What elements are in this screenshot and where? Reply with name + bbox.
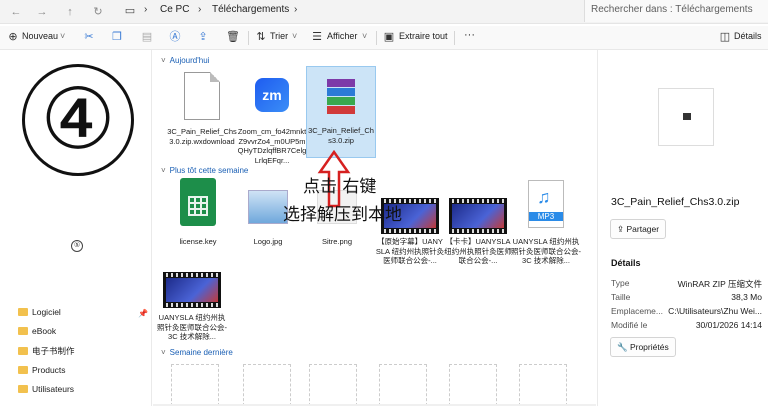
group-header-today[interactable]: ˅ Aujourd'hui — [161, 56, 209, 65]
view-icon: ☰ — [312, 31, 322, 43]
chevron-down-icon: ˅ — [362, 31, 368, 41]
divider — [376, 31, 377, 45]
sketch-thumbnail[interactable] — [243, 364, 291, 406]
sort-button[interactable]: Trier — [270, 31, 288, 41]
video-icon — [163, 272, 221, 308]
breadcrumb-downloads[interactable]: Téléchargements — [212, 4, 289, 15]
navigation-pane: ④ ⑤ 📌 Logiciel eBook 电子书制作 Products Util… — [0, 50, 152, 406]
detail-key: Modifié le — [611, 320, 648, 330]
sketch-thumbnail[interactable] — [171, 364, 219, 406]
search-input[interactable]: Rechercher dans : Téléchargements — [584, 0, 768, 22]
image-icon — [248, 190, 288, 224]
command-bar: ⊕ Nouveau ˅ ✂ ❐ ▤ Ⓐ ⇪ 🗑 ⇅ Trier ˅ ☰ Affi… — [0, 26, 768, 50]
details-button[interactable]: Détails — [734, 31, 762, 41]
document-icon — [184, 72, 220, 120]
new-icon: ⊕ — [8, 31, 18, 43]
chevron-right-icon: › — [294, 4, 298, 15]
search-placeholder: Rechercher dans : Téléchargements — [591, 4, 753, 15]
divider — [248, 31, 249, 45]
back-icon[interactable]: ← — [8, 4, 24, 20]
folder-icon — [18, 366, 28, 374]
delete-icon[interactable]: 🗑 — [226, 30, 240, 44]
up-icon[interactable]: ↑ — [62, 4, 78, 20]
chevron-right-icon: › — [144, 4, 148, 15]
sketch-thumbnail[interactable] — [379, 364, 427, 406]
extract-all-button[interactable]: Extraire tout — [399, 31, 448, 41]
detail-key: Emplaceme... — [611, 306, 663, 316]
folder-icon — [18, 385, 28, 393]
file-item-selected[interactable]: 3C_Pain_Relief_Chs3.0.zip — [306, 66, 376, 158]
video-icon — [449, 198, 507, 234]
breadcrumb-ce-pc[interactable]: Ce PC — [160, 4, 189, 15]
sketch-thumbnail[interactable] — [449, 364, 497, 406]
share-button[interactable]: ⇪ Partager — [610, 219, 667, 239]
wrench-icon: 🔧 — [617, 342, 630, 352]
paste-icon[interactable]: ▤ — [140, 30, 154, 44]
details-filename: 3C_Pain_Relief_Chs3.0.zip — [611, 196, 740, 208]
detail-value: C:\Utilisateurs\Zhu Wei... — [668, 306, 762, 316]
detail-value: 38,3 Mo — [731, 292, 762, 302]
chevron-down-icon: ˅ — [292, 31, 298, 41]
sidebar-item-logiciel[interactable]: Logiciel — [18, 307, 61, 321]
winrar-icon — [327, 79, 355, 114]
chevron-down-icon: ˅ — [161, 348, 166, 357]
properties-button[interactable]: 🔧 Propriétés — [610, 337, 676, 357]
zoom-icon: zm — [255, 78, 289, 112]
group-header-earlier-this-week[interactable]: ˅ Plus tôt cette semaine — [161, 166, 248, 175]
sidebar-item-products[interactable]: Products — [18, 365, 66, 379]
file-preview — [658, 88, 714, 146]
details-pane: 3C_Pain_Relief_Chs3.0.zip ⇪ Partager Dét… — [597, 50, 768, 406]
detail-value: WinRAR ZIP 压缩文件 — [677, 279, 762, 289]
file-view: ˅ Aujourd'hui 3C_Pain_Relief_Chs3.0.zip.w… — [153, 50, 596, 406]
refresh-icon[interactable]: ↻ — [90, 4, 106, 20]
forward-icon[interactable]: → — [34, 4, 50, 20]
group-header-last-week[interactable]: ˅ Semaine dernière — [161, 348, 233, 357]
spreadsheet-icon — [180, 178, 216, 226]
sketch-thumbnail[interactable] — [309, 364, 357, 406]
folder-icon — [18, 327, 28, 335]
sketch-thumbnail[interactable] — [519, 364, 567, 406]
step-number-5: ⑤ — [71, 240, 83, 252]
address-bar: ← → ↑ ↻ ▭ › Ce PC › Téléchargements › Re… — [0, 0, 768, 24]
folder-icon — [18, 347, 28, 355]
rename-icon[interactable]: Ⓐ — [168, 30, 182, 44]
details-pane-icon: ◫ — [719, 31, 731, 43]
pin-icon: 📌 — [138, 309, 148, 318]
cut-icon[interactable]: ✂ — [82, 30, 96, 44]
detail-value: 30/01/2026 14:14 — [695, 320, 762, 330]
file-item[interactable]: UANYSLA 纽约州执照针灸医师联合公会-3C 技术解除... — [157, 268, 227, 342]
file-item[interactable]: 【卡卡】UANYSLA 纽约州执照针灸医师联合公会-... — [443, 178, 513, 266]
chevron-down-icon: ˅ — [161, 56, 166, 65]
mp3-icon: ♫ MP3 — [528, 180, 564, 228]
folder-icon — [18, 308, 28, 316]
chevron-down-icon: ˅ — [161, 166, 166, 175]
new-button[interactable]: Nouveau — [22, 31, 58, 41]
chevron-right-icon: › — [198, 4, 202, 15]
sidebar-item-ebook[interactable]: eBook — [18, 326, 56, 340]
annotation-text-extract-here: 选择解压到本地 — [283, 205, 402, 225]
annotation-text-right-click: 点击 右键 — [303, 177, 377, 197]
share-icon[interactable]: ⇪ — [196, 30, 210, 44]
view-button[interactable]: Afficher — [327, 31, 357, 41]
details-section-title: Détails — [611, 258, 641, 268]
detail-key: Taille — [611, 292, 631, 302]
file-item[interactable]: license.key — [163, 178, 233, 247]
monitor-icon: ▭ — [124, 5, 136, 17]
divider — [454, 31, 455, 45]
file-item[interactable]: zm Zoom_cm_fo42mnktZ9vvrZo4_m0UP5mQHyTDz… — [237, 70, 307, 165]
detail-key: Type — [611, 278, 630, 288]
breadcrumb[interactable]: ▭ › Ce PC › Téléchargements › — [118, 1, 570, 21]
more-options-button[interactable]: ··· — [464, 29, 475, 41]
sidebar-item-users[interactable]: Utilisateurs — [18, 384, 74, 398]
step-number-4: ④ — [22, 64, 134, 176]
file-item[interactable]: 3C_Pain_Relief_Chs3.0.zip.wxdownload — [167, 70, 237, 146]
sort-icon: ⇅ — [256, 31, 266, 43]
file-item[interactable]: ♫ MP3 UANYSLA 纽约州执照针灸医师联合公会-3C 技术解除... — [511, 178, 581, 266]
extract-icon: ▣ — [383, 31, 395, 43]
chevron-down-icon: ˅ — [60, 31, 66, 41]
copy-icon[interactable]: ❐ — [110, 30, 124, 44]
sidebar-item-ebook-making[interactable]: 电子书制作 — [18, 345, 75, 359]
